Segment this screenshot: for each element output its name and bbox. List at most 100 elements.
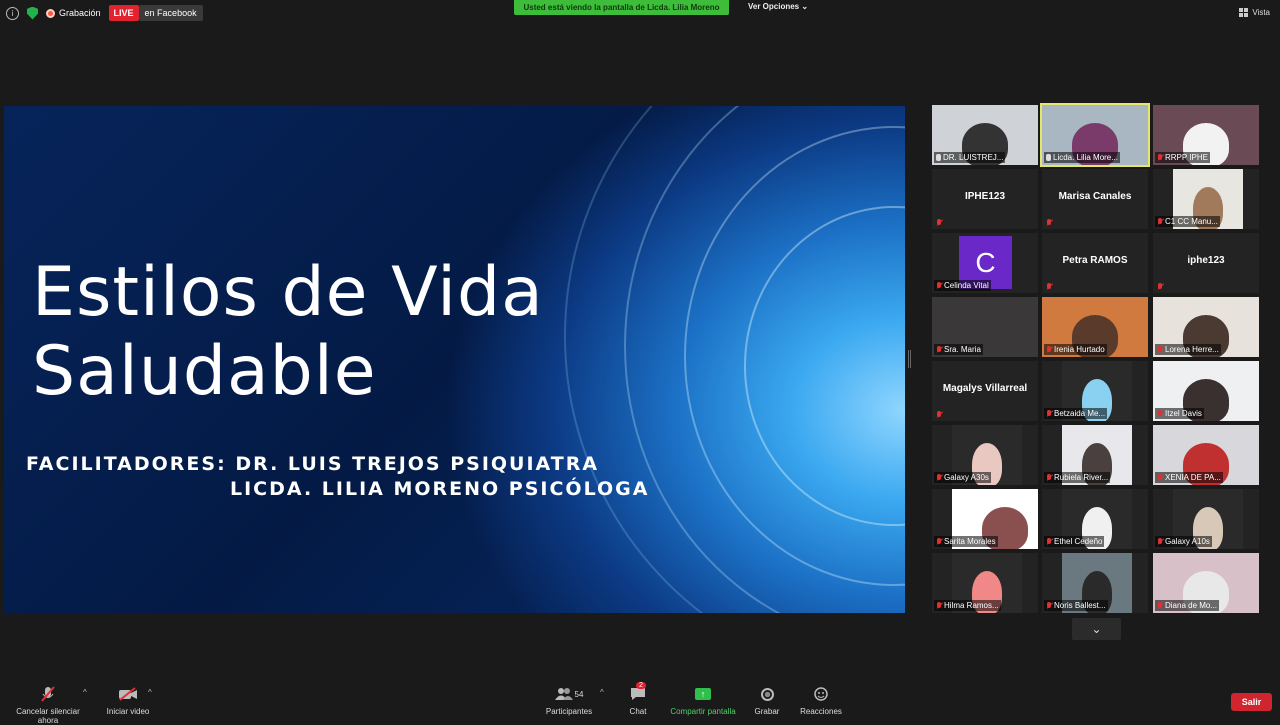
participant-name-label: Rubiela River... [1044, 472, 1111, 483]
participant-name: Galaxy A10s [1165, 537, 1210, 546]
chat-icon [631, 688, 645, 700]
leave-meeting-button[interactable]: Salir [1231, 693, 1272, 711]
participants-icon [554, 688, 573, 700]
mic-muted-icon [1157, 154, 1163, 161]
participant-tile[interactable]: Petra RAMOS [1042, 233, 1148, 293]
participant-name: Ethel Cedeño [1054, 537, 1103, 546]
view-button[interactable]: Vista [1239, 8, 1270, 17]
mic-muted-icon [1157, 346, 1163, 353]
chat-label: Chat [629, 707, 647, 716]
participant-tile[interactable]: IPHE123 [932, 169, 1038, 229]
record-label: Grabar [754, 707, 780, 716]
participant-tile[interactable]: RRPP IPHE [1153, 105, 1259, 165]
video-options-caret[interactable]: ^ [148, 688, 152, 697]
mic-muted-icon [936, 282, 942, 289]
participant-tile[interactable]: Noris Ballest... [1042, 553, 1148, 613]
info-icon[interactable]: i [6, 6, 19, 20]
mic-muted-icon [1046, 346, 1052, 353]
participant-name: Rubiela River... [1054, 473, 1109, 482]
mic-muted-icon [1157, 410, 1163, 417]
participant-tile[interactable]: C Celinda Vital [932, 233, 1038, 293]
participant-tile[interactable]: Sarita Morales [932, 489, 1038, 549]
mic-icon [936, 154, 941, 161]
mic-muted-icon [936, 219, 942, 226]
participant-tile[interactable]: DR. LUISTREJ... [932, 105, 1038, 165]
participant-tile[interactable]: Ethel Cedeño [1042, 489, 1148, 549]
unmute-button[interactable]: Cancelar silenciar ahora [6, 686, 90, 725]
participant-display-name: Magalys Villarreal [942, 383, 1028, 394]
participant-name-label: C1 CC Manu... [1155, 216, 1220, 227]
participant-tile[interactable]: Irenia Hurtado [1042, 297, 1148, 357]
participant-tile[interactable]: Sra. Maria [932, 297, 1038, 357]
start-video-label: Iniciar video [106, 707, 150, 716]
live-destination[interactable]: en Facebook [138, 5, 203, 21]
mic-muted-icon [1157, 218, 1163, 225]
audio-options-caret[interactable]: ^ [83, 688, 87, 697]
participants-options-caret[interactable]: ^ [600, 688, 604, 697]
participant-name: Licda. Lilia More... [1053, 153, 1118, 162]
participant-tile[interactable]: Galaxy A30s [932, 425, 1038, 485]
mic-muted-icon [1046, 602, 1052, 609]
live-badge[interactable]: LIVE [108, 5, 139, 21]
participant-name-label: Licda. Lilia More... [1044, 152, 1120, 163]
participant-name-label: DR. LUISTREJ... [934, 152, 1006, 163]
participant-tile[interactable]: Betzaida Me... [1042, 361, 1148, 421]
smiley-icon [814, 687, 828, 701]
participant-tile[interactable]: C1 CC Manu... [1153, 169, 1259, 229]
reactions-button[interactable]: Reacciones [798, 686, 844, 716]
mic-muted-icon [1157, 538, 1163, 545]
mic-muted-icon [1046, 410, 1052, 417]
shared-screen: Estilos de Vida Saludable FACILITADORES:… [4, 106, 905, 613]
participant-mic-status [934, 410, 944, 419]
mic-icon [1046, 154, 1051, 161]
participant-tile[interactable]: Itzel Davis [1153, 361, 1259, 421]
share-screen-label: Compartir pantalla [670, 707, 736, 716]
recording-icon [46, 8, 55, 18]
participant-name-label: Hilma Ramos... [934, 600, 1001, 611]
mic-muted-icon [1046, 538, 1052, 545]
participant-name-label: Betzaida Me... [1044, 408, 1108, 419]
participant-name: Galaxy A30s [944, 473, 989, 482]
participant-tile[interactable]: Rubiela River... [1042, 425, 1148, 485]
gallery-next-page-button[interactable]: ⌄ [1072, 618, 1121, 640]
participant-name: XENIA DE PA... [1165, 473, 1221, 482]
participant-tile[interactable]: Marisa Canales [1042, 169, 1148, 229]
top-bar: i Grabación LIVE en Facebook Usted está … [0, 0, 1280, 26]
participant-name-label: Ethel Cedeño [1044, 536, 1105, 547]
unmute-label: Cancelar silenciar ahora [16, 707, 80, 725]
reactions-label: Reacciones [800, 707, 842, 716]
participant-tile[interactable]: iphe123 [1153, 233, 1259, 293]
participant-tile[interactable]: Galaxy A10s [1153, 489, 1259, 549]
participant-tile[interactable]: Lorena Herre... [1153, 297, 1259, 357]
grid-icon [1239, 8, 1249, 17]
participant-tile[interactable]: XENIA DE PA... [1153, 425, 1259, 485]
bottom-toolbar: Cancelar silenciar ahora ^ Iniciar video… [0, 680, 1280, 725]
view-options-button[interactable]: Ver Opciones ⌄ [748, 2, 808, 11]
participant-tile[interactable]: Licda. Lilia More... [1040, 103, 1150, 167]
participant-name-label: XENIA DE PA... [1155, 472, 1223, 483]
chat-button[interactable]: 2 Chat [626, 682, 650, 716]
participants-label: Participantes [545, 707, 593, 716]
share-screen-icon: ↑ [695, 688, 711, 700]
participant-name-label: Sarita Morales [934, 536, 998, 547]
slide-facilitators-line1: FACILITADORES: DR. LUIS TREJOS PSIQUIATR… [26, 453, 600, 475]
participant-tile[interactable]: Diana de Mo... [1153, 553, 1259, 613]
participant-name: RRPP IPHE [1165, 153, 1208, 162]
share-screen-button[interactable]: ↑ Compartir pantalla [668, 686, 738, 716]
participant-name-label: Lorena Herre... [1155, 344, 1221, 355]
participant-name-label: Galaxy A10s [1155, 536, 1212, 547]
record-button[interactable]: Grabar [752, 686, 782, 716]
mic-muted-icon [936, 346, 942, 353]
mic-muted-icon [1046, 219, 1052, 226]
panel-splitter[interactable] [908, 350, 911, 368]
participant-tile[interactable]: Hilma Ramos... [932, 553, 1038, 613]
participant-tile[interactable]: Magalys Villarreal [932, 361, 1038, 421]
view-options-label: Ver Opciones [748, 2, 800, 11]
participant-mic-status [1155, 282, 1165, 291]
participant-display-name: iphe123 [1187, 255, 1225, 266]
mic-muted-icon [936, 602, 942, 609]
participants-button[interactable]: 54 Participantes [544, 686, 594, 716]
shield-icon[interactable] [27, 6, 38, 20]
participant-name-label: Itzel Davis [1155, 408, 1204, 419]
recording-label: Grabación [59, 8, 101, 18]
